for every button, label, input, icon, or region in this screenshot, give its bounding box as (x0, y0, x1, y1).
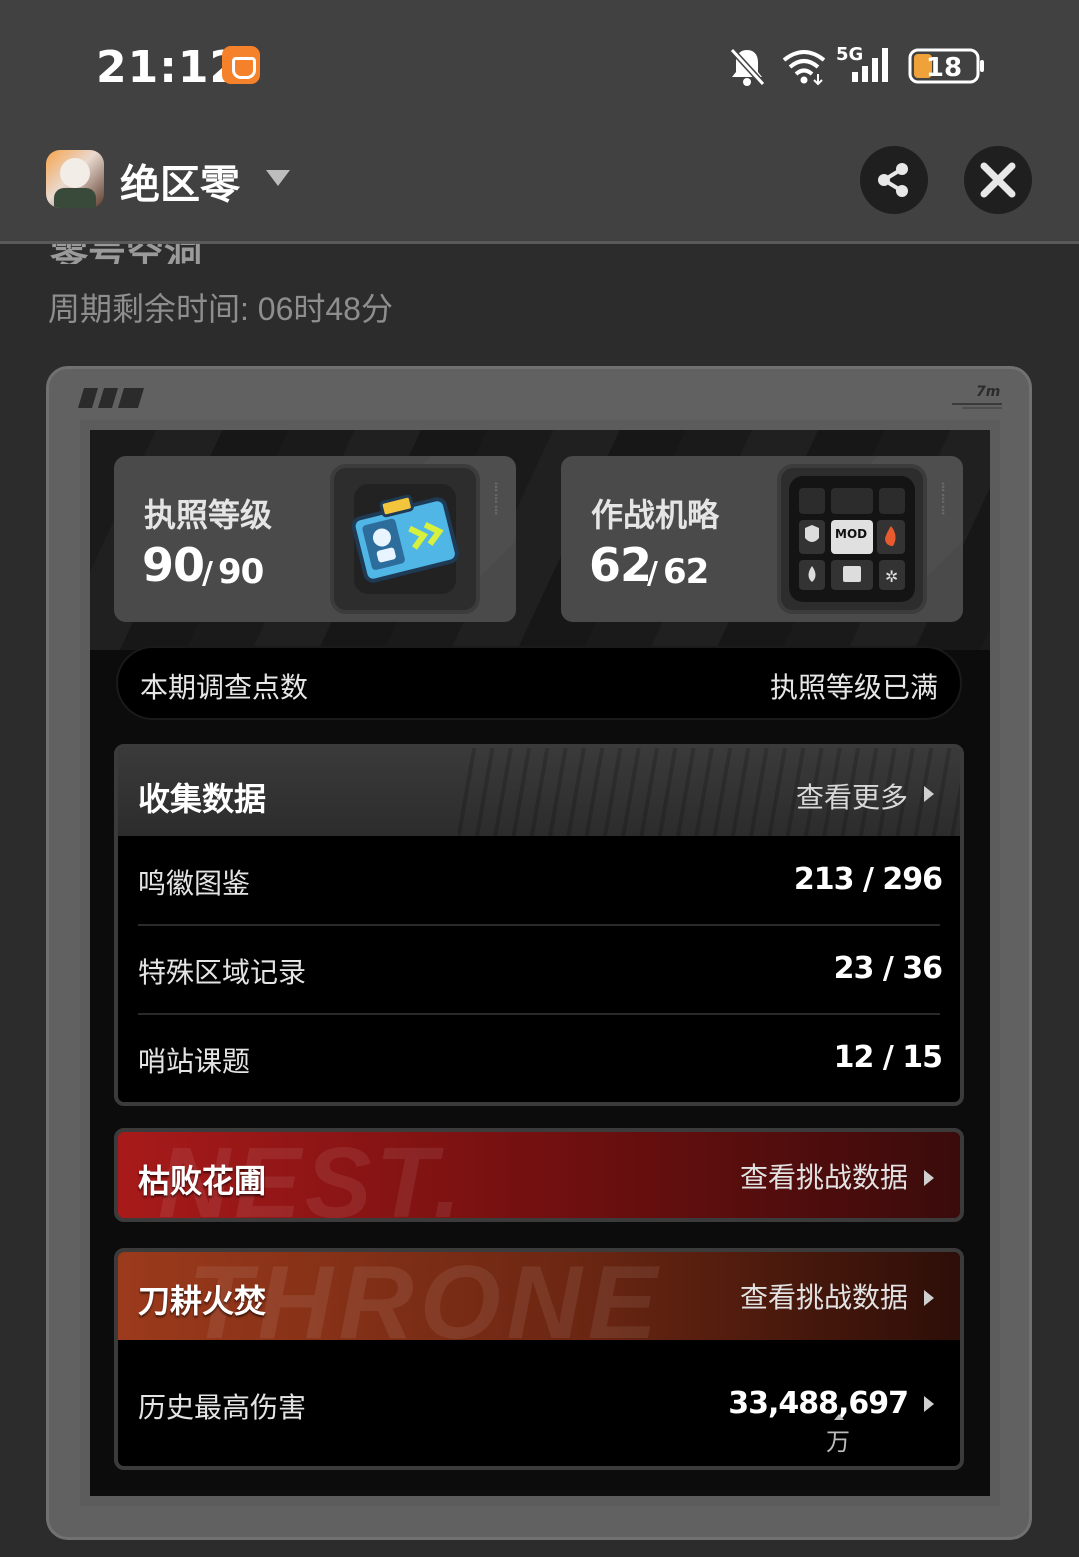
stat-label: 作战机略 (591, 497, 720, 533)
survey-points-bar: 本期调查点数 执照等级已满 (116, 646, 962, 720)
row-value: 12 / 15 (833, 1040, 943, 1075)
side-decoration-text: ⋯⋯⋯ (487, 482, 506, 517)
collection-row: 特殊区域记录 23 / 36 (118, 925, 960, 1013)
cycle-remaining-time: 周期剩余时间: 06时48分 (48, 291, 393, 327)
mod-grid-frame: MOD ✲ (777, 464, 927, 614)
view-challenge-data-link[interactable]: 查看挑战数据 (740, 1276, 908, 1316)
collection-data-panel: 收集数据 查看更多 鸣徽图鉴 213 / 296 特殊区域记录 23 / 36 … (114, 744, 964, 1106)
close-button[interactable] (964, 146, 1032, 214)
survey-points-label: 本期调查点数 (140, 672, 309, 703)
stat-max: 90 (218, 552, 264, 592)
license-level-card: 执照等级 90 / 90 ⋯⋯⋯ (114, 456, 516, 622)
cellular-signal-icon: 5G (836, 44, 888, 82)
svg-text:✲: ✲ (885, 567, 898, 586)
stat-value: 90 (142, 538, 205, 592)
challenge-title: 刀耕火焚 (138, 1283, 267, 1319)
chevron-right-icon[interactable] (924, 1290, 934, 1306)
blade-fire-header[interactable]: THRONE 刀耕火焚 查看挑战数据 (118, 1252, 960, 1340)
stat-max: 62 (663, 552, 709, 592)
row-value: 213 / 296 (793, 862, 943, 897)
battery-level: 18 (926, 53, 962, 83)
survey-points-status: 执照等级已满 (769, 672, 938, 703)
battery-icon: 18 (908, 48, 984, 84)
row-label: 哨站课题 (138, 1046, 251, 1077)
combat-strategy-card: 作战机略 62 / 62 MOD ✲ ⋯⋯⋯ (561, 456, 963, 622)
highest-damage-label: 历史最高伤害 (138, 1392, 307, 1423)
stripes-decoration-icon (78, 388, 144, 408)
stat-separator: / (647, 556, 658, 591)
row-label: 特殊区域记录 (138, 957, 307, 988)
damage-unit: 万 (826, 1414, 850, 1457)
close-icon (980, 162, 1016, 198)
highest-damage-value[interactable]: 33,488,697 (728, 1386, 909, 1421)
collection-row: 哨站课题 12 / 15 (118, 1014, 960, 1102)
view-challenge-data-link[interactable]: 查看挑战数据 (740, 1156, 908, 1196)
share-button[interactable] (860, 146, 928, 214)
stat-separator: / (202, 556, 213, 591)
collection-row: 鸣徽图鉴 213 / 296 (118, 836, 960, 924)
view-more-link[interactable]: 查看更多 (796, 776, 908, 816)
section-title: 零号空洞 (50, 244, 290, 264)
challenge-title: 枯败花圃 (138, 1163, 267, 1199)
caret-down-icon[interactable] (266, 170, 290, 186)
share-icon (878, 163, 908, 197)
svg-text:7m: 7m (976, 384, 1000, 400)
license-card-icon (351, 484, 459, 594)
wifi-icon (782, 50, 826, 86)
clock: 21:12 (96, 42, 242, 93)
svg-text:MOD: MOD (835, 527, 867, 541)
blade-fire-challenge-panel: THRONE 刀耕火焚 查看挑战数据 历史最高伤害 33,488,697 万 (114, 1248, 964, 1470)
notification-app-icon (222, 46, 260, 84)
bell-muted-icon (729, 47, 766, 87)
stat-label: 执照等级 (144, 497, 273, 533)
collection-title: 收集数据 (138, 781, 267, 817)
chevron-right-icon[interactable] (924, 1170, 934, 1186)
row-value: 23 / 36 (833, 951, 943, 986)
license-card-frame (330, 464, 480, 614)
row-label: 鸣徽图鉴 (138, 868, 251, 899)
stat-value: 62 (589, 538, 652, 592)
chevron-right-icon[interactable] (924, 786, 934, 802)
chevron-right-icon[interactable] (924, 1396, 934, 1412)
status-bar: 21:12 5G 18 (0, 0, 1079, 130)
brand-logo-icon: 7m (952, 384, 1002, 409)
side-decoration-text: ⋯⋯⋯ (934, 482, 953, 517)
mod-grid-icon: MOD ✲ (789, 476, 915, 602)
withered-garden-challenge[interactable]: NEST. 枯败花圃 查看挑战数据 (114, 1128, 964, 1222)
app-header: 绝区零 (0, 130, 1079, 244)
svg-text:5G: 5G (836, 44, 863, 65)
app-title[interactable]: 绝区零 (120, 152, 240, 210)
app-avatar[interactable] (46, 150, 104, 208)
